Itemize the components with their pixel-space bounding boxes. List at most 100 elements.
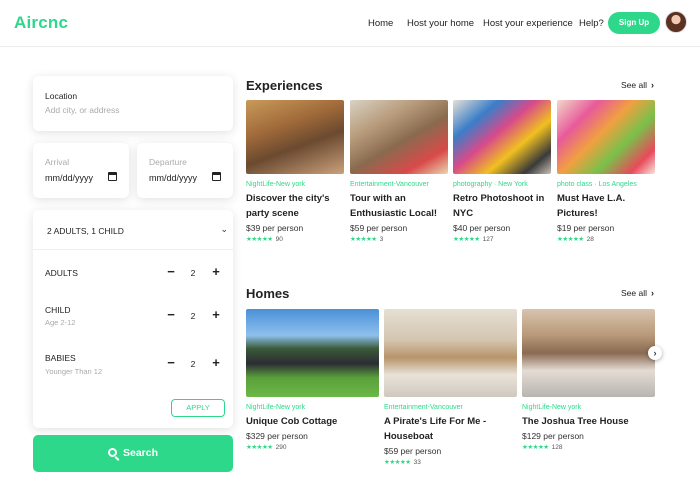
nav-home[interactable]: Home bbox=[368, 18, 393, 29]
guest-count: 2 bbox=[190, 359, 196, 369]
review-count: 28 bbox=[586, 236, 594, 243]
home-title[interactable]: The Joshua Tree House bbox=[522, 414, 655, 429]
home-card[interactable]: Entertainment-Vancouver A Pirate's Life … bbox=[384, 309, 517, 466]
increment-button[interactable]: + bbox=[210, 264, 222, 279]
experience-card[interactable]: photo class · Los Angeles Must Have L.A.… bbox=[557, 100, 655, 243]
home-title[interactable]: Unique Cob Cottage bbox=[246, 414, 379, 429]
guest-type-label: BABIES bbox=[45, 353, 76, 363]
guests-dropdown[interactable]: 2 ADULTS, 1 CHILD ⌄ bbox=[33, 210, 233, 250]
review-count: 290 bbox=[275, 444, 287, 451]
nav-host-home[interactable]: Host your home bbox=[407, 18, 474, 29]
home-card[interactable]: NightLife-New york The Joshua Tree House… bbox=[522, 309, 655, 451]
arrival-label: Arrival bbox=[45, 157, 70, 167]
decrement-button[interactable]: − bbox=[165, 307, 177, 322]
experience-image[interactable] bbox=[557, 100, 655, 174]
experience-title[interactable]: Must Have L.A. Pictures! bbox=[557, 191, 655, 221]
experience-price: $40 per person bbox=[453, 223, 511, 233]
signup-button[interactable]: Sign Up bbox=[608, 12, 660, 34]
avatar[interactable] bbox=[665, 11, 687, 33]
arrival-input[interactable]: mm/dd/yyyy bbox=[45, 173, 93, 183]
decrement-button[interactable]: − bbox=[165, 355, 177, 370]
search-label: Search bbox=[122, 447, 159, 459]
home-price: $129 per person bbox=[522, 431, 584, 441]
star-rating-icon: ★★★★★ bbox=[557, 236, 584, 243]
experience-price: $59 per person bbox=[350, 223, 408, 233]
home-rating: ★★★★★ 128 bbox=[522, 443, 655, 451]
home-tag: NightLife-New york bbox=[522, 404, 582, 411]
experience-image[interactable] bbox=[246, 100, 344, 174]
experience-tag: photography · New York bbox=[453, 181, 528, 188]
home-rating: ★★★★★ 290 bbox=[246, 443, 379, 451]
home-rating: ★★★★★ 33 bbox=[384, 458, 517, 466]
location-field[interactable]: Location Add city, or address bbox=[33, 76, 233, 131]
experience-title[interactable]: Retro Photoshoot in NYC bbox=[453, 191, 551, 221]
guest-type-label: CHILD bbox=[45, 305, 71, 315]
experience-image[interactable] bbox=[350, 100, 448, 174]
apply-button[interactable]: APPLY bbox=[171, 399, 225, 417]
experience-image[interactable] bbox=[453, 100, 551, 174]
carousel-next-button[interactable]: › bbox=[648, 346, 662, 360]
chevron-right-icon: › bbox=[651, 288, 654, 298]
star-rating-icon: ★★★★★ bbox=[453, 236, 480, 243]
home-card[interactable]: NightLife-New york Unique Cob Cottage $3… bbox=[246, 309, 379, 451]
star-rating-icon: ★★★★★ bbox=[384, 459, 411, 466]
star-rating-icon: ★★★★★ bbox=[350, 236, 377, 243]
experience-title[interactable]: Tour with an Enthusiastic Local! bbox=[350, 191, 448, 221]
homes-title: Homes bbox=[246, 286, 290, 301]
experience-rating: ★★★★★ 28 bbox=[557, 235, 655, 243]
search-button[interactable]: Search bbox=[33, 435, 233, 472]
home-price: $329 per person bbox=[246, 431, 308, 441]
increment-button[interactable]: + bbox=[210, 355, 222, 370]
home-image[interactable] bbox=[246, 309, 379, 397]
home-price: $59 per person bbox=[384, 446, 442, 456]
home-image[interactable] bbox=[384, 309, 517, 397]
arrival-field[interactable]: Arrival mm/dd/yyyy bbox=[33, 143, 129, 198]
star-rating-icon: ★★★★★ bbox=[246, 236, 273, 243]
experiences-see-all[interactable]: See all › bbox=[621, 80, 654, 90]
calendar-icon[interactable] bbox=[212, 172, 221, 181]
calendar-icon[interactable] bbox=[108, 172, 117, 181]
guests-panel: 2 ADULTS, 1 CHILD ⌄ ADULTS − 2 + CHILD A… bbox=[33, 210, 233, 428]
chevron-right-icon: › bbox=[651, 80, 654, 90]
guest-count: 2 bbox=[190, 311, 196, 321]
experience-price: $19 per person bbox=[557, 223, 615, 233]
experience-price: $39 per person bbox=[246, 223, 304, 233]
guest-type-label: ADULTS bbox=[45, 268, 78, 278]
departure-input[interactable]: mm/dd/yyyy bbox=[149, 173, 197, 183]
review-count: 3 bbox=[379, 236, 384, 243]
star-rating-icon: ★★★★★ bbox=[522, 444, 549, 451]
nav-help[interactable]: Help? bbox=[579, 18, 604, 29]
experience-rating: ★★★★★ 127 bbox=[453, 235, 551, 243]
experience-card[interactable]: NightLife-New york Discover the city's p… bbox=[246, 100, 344, 243]
experience-tag: Entertainment-Vancouver bbox=[350, 181, 429, 188]
nav-host-experience[interactable]: Host your experience bbox=[483, 18, 573, 29]
guest-count: 2 bbox=[190, 268, 196, 278]
home-tag: NightLife-New york bbox=[246, 404, 306, 411]
review-count: 33 bbox=[413, 459, 421, 466]
review-count: 127 bbox=[482, 236, 494, 243]
header: Aircnc Home Host your home Host your exp… bbox=[0, 0, 700, 47]
guests-summary: 2 ADULTS, 1 CHILD bbox=[47, 226, 124, 236]
home-title[interactable]: A Pirate's Life For Me - Houseboat bbox=[384, 414, 517, 444]
location-input[interactable]: Add city, or address bbox=[45, 105, 120, 115]
experience-tag: NightLife-New york bbox=[246, 181, 306, 188]
experience-card[interactable]: photography · New York Retro Photoshoot … bbox=[453, 100, 551, 243]
location-label: Location bbox=[45, 91, 78, 101]
home-tag: Entertainment-Vancouver bbox=[384, 404, 463, 411]
logo[interactable]: Aircnc bbox=[14, 13, 68, 33]
departure-field[interactable]: Departure mm/dd/yyyy bbox=[137, 143, 233, 198]
home-image[interactable] bbox=[522, 309, 655, 397]
guest-type-sublabel: Younger Than 12 bbox=[45, 367, 103, 376]
see-all-label: See all bbox=[621, 80, 647, 90]
experience-title[interactable]: Discover the city's party scene bbox=[246, 191, 344, 221]
guest-type-sublabel: Age 2-12 bbox=[45, 318, 76, 327]
homes-see-all[interactable]: See all › bbox=[621, 288, 654, 298]
experience-card[interactable]: Entertainment-Vancouver Tour with an Ent… bbox=[350, 100, 448, 243]
decrement-button[interactable]: − bbox=[165, 264, 177, 279]
star-rating-icon: ★★★★★ bbox=[246, 444, 273, 451]
chevron-down-icon: ⌄ bbox=[220, 224, 228, 234]
search-icon bbox=[107, 448, 117, 457]
increment-button[interactable]: + bbox=[210, 307, 222, 322]
see-all-label: See all bbox=[621, 288, 647, 298]
departure-label: Departure bbox=[149, 157, 187, 167]
